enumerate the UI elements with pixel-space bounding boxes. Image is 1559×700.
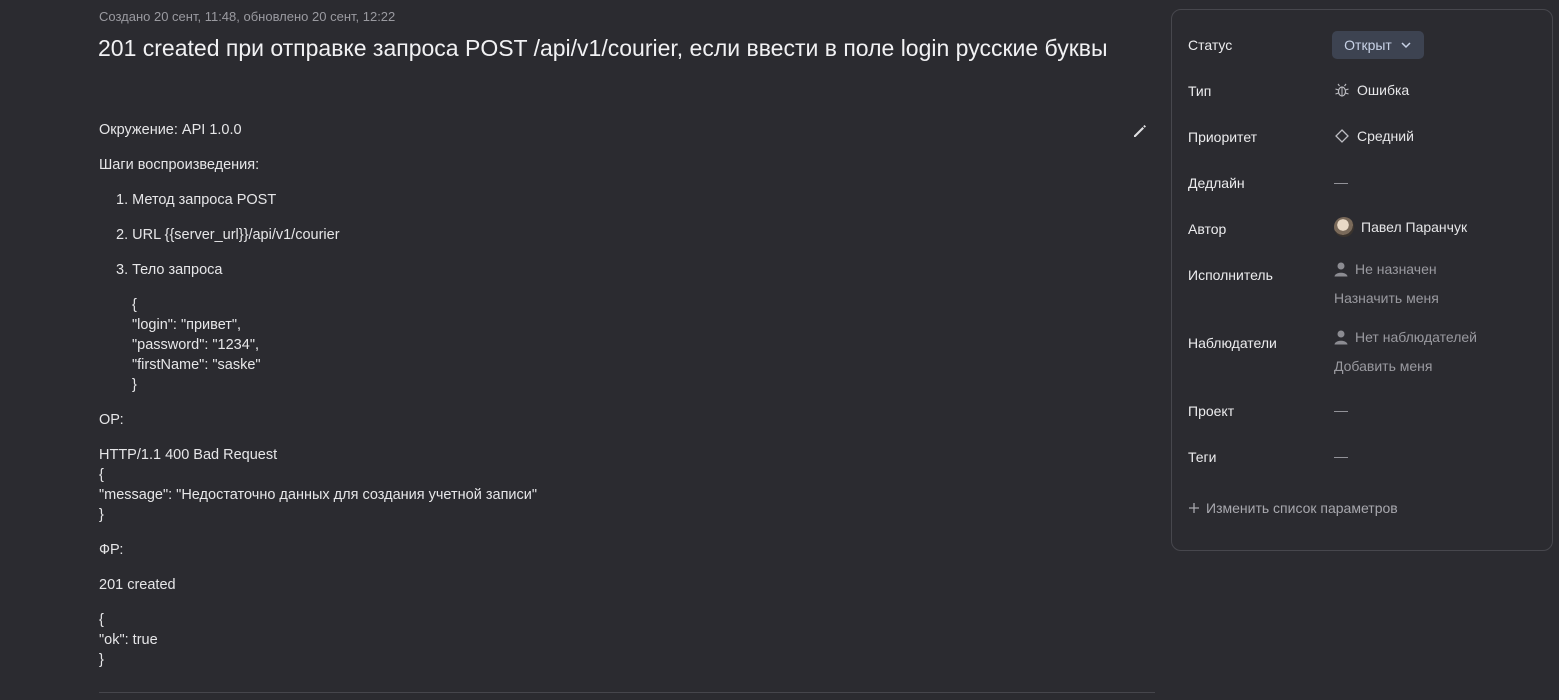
status-value: Открыт: [1344, 37, 1392, 53]
chevron-down-icon: [1401, 42, 1411, 49]
request-body-line: "firstName": "saske": [132, 357, 261, 373]
steps-label: Шаги воспроизведения:: [99, 157, 260, 173]
step-item: 2. URL {{server_url}}/api/v1/courier: [116, 227, 340, 243]
author-field[interactable]: Павел Паранчук: [1334, 217, 1467, 237]
request-body-line: "password": "1234",: [132, 337, 259, 353]
environment-text: Окружение: API 1.0.0: [99, 122, 242, 138]
project-label: Проект: [1188, 403, 1235, 419]
type-field[interactable]: Ошибка: [1334, 82, 1409, 98]
request-body-line: "login": "привет",: [132, 317, 242, 333]
change-params-button[interactable]: Изменить список параметров: [1188, 500, 1398, 516]
add-me-link[interactable]: Добавить меня: [1334, 358, 1433, 374]
plus-icon: [1189, 503, 1199, 513]
project-field[interactable]: —: [1334, 402, 1348, 418]
actual-result-label: ОР:: [99, 412, 124, 428]
expected-result-label: ФР:: [99, 542, 124, 558]
actual-result-line: }: [99, 507, 104, 523]
expected-body-line: "ok": true: [99, 632, 158, 648]
actual-result-line: HTTP/1.1 400 Bad Request: [99, 447, 278, 463]
assign-me-link[interactable]: Назначить меня: [1334, 290, 1439, 306]
assignee-field[interactable]: Не назначен: [1334, 261, 1437, 277]
step-item: 1. Метод запроса POST: [116, 192, 277, 208]
tags-value: —: [1334, 448, 1348, 464]
actual-result-line: "message": "Недостаточно данных для созд…: [99, 487, 538, 503]
assignee-value: Не назначен: [1355, 261, 1437, 277]
issue-title: 201 created при отправке запроса POST /a…: [98, 35, 1108, 61]
avatar: [1334, 217, 1354, 237]
watchers-field[interactable]: Нет наблюдателей: [1334, 329, 1477, 345]
change-params-label: Изменить список параметров: [1206, 500, 1398, 516]
pencil-icon: [1134, 125, 1146, 137]
tags-field[interactable]: —: [1334, 448, 1348, 464]
deadline-value: —: [1334, 174, 1348, 190]
status-dropdown[interactable]: Открыт: [1332, 31, 1424, 59]
priority-label: Приоритет: [1188, 129, 1258, 145]
user-icon: [1334, 330, 1348, 345]
type-value: Ошибка: [1357, 82, 1410, 98]
watchers-value: Нет наблюдателей: [1355, 329, 1478, 345]
divider: [99, 692, 1155, 693]
priority-value: Средний: [1357, 128, 1414, 144]
author-label: Автор: [1188, 221, 1227, 237]
issue-meta: Создано 20 сент, 11:48, обновлено 20 сен…: [99, 9, 396, 24]
issue-params-panel: Статус Открыт Тип Ошибка Приоритет Средн…: [1171, 9, 1553, 551]
type-label: Тип: [1188, 83, 1212, 99]
author-value: Павел Паранчук: [1361, 219, 1468, 235]
project-value: —: [1334, 402, 1348, 418]
expected-status: 201 created: [99, 577, 176, 593]
edit-description-button[interactable]: [1131, 122, 1149, 140]
request-body-line: }: [132, 377, 137, 393]
assignee-label: Исполнитель: [1188, 267, 1273, 283]
expected-body-line: {: [99, 612, 104, 628]
tags-label: Теги: [1188, 449, 1217, 465]
request-body-line: {: [132, 297, 137, 313]
watchers-label: Наблюдатели: [1188, 335, 1277, 351]
user-icon: [1334, 262, 1348, 277]
actual-result-line: {: [99, 467, 104, 483]
diamond-icon: [1335, 129, 1349, 143]
priority-field[interactable]: Средний: [1334, 128, 1414, 144]
expected-body-line: }: [99, 652, 104, 668]
bug-icon: [1335, 83, 1349, 97]
deadline-label: Дедлайн: [1188, 175, 1245, 191]
deadline-field[interactable]: —: [1334, 174, 1348, 190]
status-label: Статус: [1188, 37, 1233, 53]
step-item: 3. Тело запроса: [116, 262, 223, 278]
